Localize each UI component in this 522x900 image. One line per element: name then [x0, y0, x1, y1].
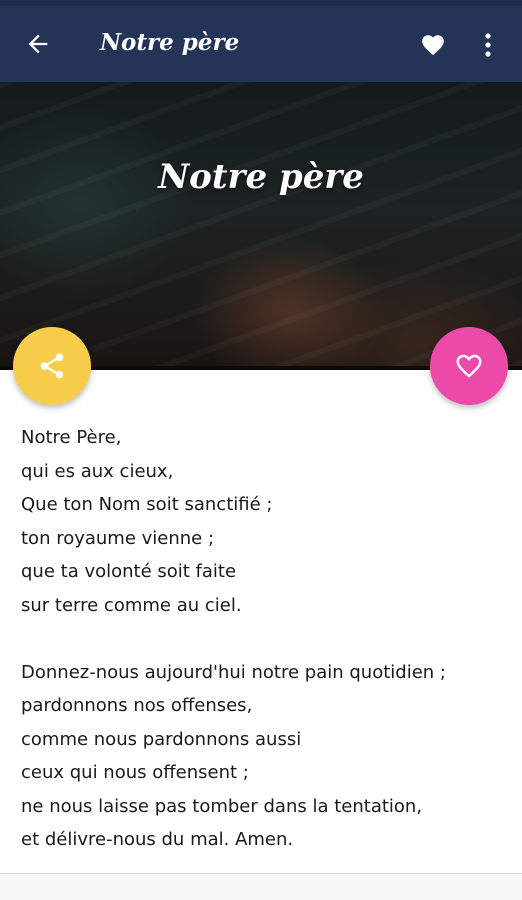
prayer-line: qui es aux cieux,: [21, 460, 174, 482]
share-button[interactable]: [13, 327, 91, 405]
prayer-line: ton royaume vienne ;: [21, 527, 215, 549]
prayer-line: ne nous laisse pas tomber dans la tentat…: [21, 795, 423, 817]
back-button[interactable]: [22, 28, 54, 60]
bottom-strip: [0, 874, 522, 900]
heart-outline-icon: [456, 354, 482, 378]
prayer-line: Donnez-nous aujourd'hui notre pain quoti…: [21, 661, 446, 683]
prayer-line: sur terre comme au ciel.: [21, 594, 242, 616]
more-options-button[interactable]: [474, 30, 502, 60]
hero-title: Notre père: [158, 157, 364, 197]
app-bar: Notre père: [0, 6, 522, 82]
hero-image: Notre père: [0, 82, 522, 369]
prayer-line: Notre Père,: [21, 427, 122, 448]
prayer-line: que ta volonté soit faite: [21, 561, 237, 582]
prayer-line: comme nous pardonnons aussi: [21, 728, 302, 750]
app-bar-title: Notre père: [100, 29, 240, 56]
prayer-line: ceux qui nous offensent ;: [21, 762, 249, 783]
more-vertical-icon: [485, 33, 491, 57]
favorite-button[interactable]: [418, 30, 448, 60]
stanza-spacer: [21, 622, 511, 656]
heart-filled-icon: [422, 35, 444, 56]
arrow-left-icon: [28, 34, 48, 54]
like-button[interactable]: [430, 327, 508, 405]
prayer-line: Que ton Nom soit sanctifié ;: [21, 494, 273, 515]
prayer-line: et délivre-nous du mal. Amen.: [21, 829, 294, 850]
share-icon: [40, 353, 64, 379]
prayer-line: pardonnons nos offenses,: [21, 695, 253, 716]
hero-image-texture: [0, 82, 522, 369]
prayer-text: Notre Père, qui es aux cieux, Que ton No…: [21, 421, 511, 857]
